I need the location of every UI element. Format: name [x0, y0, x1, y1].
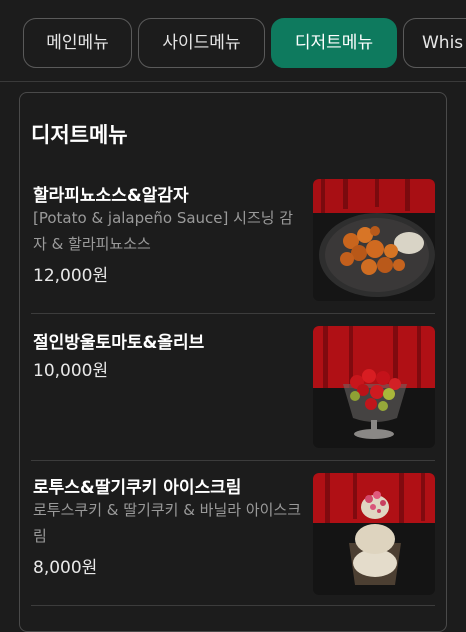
tab-whisky-menu[interactable]: Whis — [403, 18, 466, 68]
section-title: 디저트메뉴 — [31, 123, 128, 147]
menu-item[interactable]: 할라피뇨소스&알감자 [Potato & jalapeño Sauce] 시즈닝… — [31, 177, 435, 314]
menu-item-description: 로투스쿠키 & 딸기쿠키 & 바닐라 아이스크림 — [33, 501, 302, 545]
menu-item[interactable]: 로투스&딸기쿠키 아이스크림 로투스쿠키 & 딸기쿠키 & 바닐라 아이스크림 … — [31, 461, 435, 606]
menu-item-price: 10,000원 — [33, 361, 109, 381]
menu-item-name: 할라피뇨소스&알감자 — [33, 186, 189, 206]
tab-dessert-menu[interactable]: 디저트메뉴 — [271, 18, 397, 68]
menu-item-price: 12,000원 — [33, 266, 109, 286]
tab-side-menu[interactable]: 사이드메뉴 — [138, 18, 265, 68]
menu-item-description: [Potato & jalapeño Sauce] 시즈닝 감자 & 할라피뇨소… — [33, 209, 294, 253]
menu-item-price: 8,000원 — [33, 558, 98, 578]
category-tabs: 메인메뉴 사이드메뉴 디저트메뉴 Whis — [0, 0, 466, 82]
menu-item-name: 절인방울토마토&올리브 — [33, 333, 205, 353]
ice-cream-image — [313, 473, 435, 595]
menu-item[interactable]: 절인방울토마토&올리브 10,000원 — [31, 314, 435, 461]
fried-potato-image — [313, 179, 435, 301]
menu-panel: 디저트메뉴 할라피뇨소스&알감자 [Potato & jalapeño Sauc… — [19, 92, 447, 632]
tab-main-menu[interactable]: 메인메뉴 — [23, 18, 132, 68]
menu-item-name: 로투스&딸기쿠키 아이스크림 — [33, 478, 242, 498]
tomato-olive-image — [313, 326, 435, 448]
